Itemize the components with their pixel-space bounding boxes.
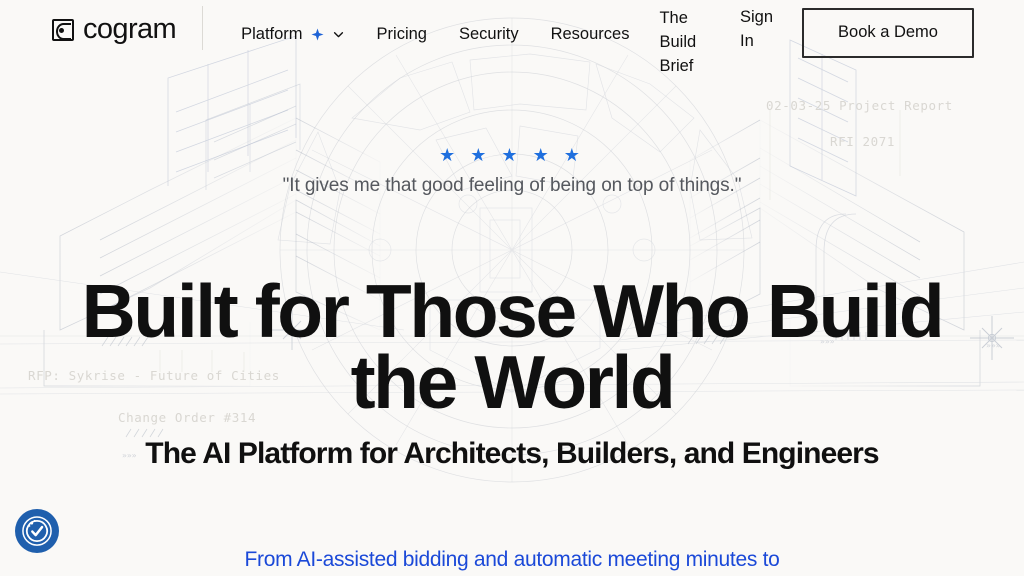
hero-section: ★ ★ ★ ★ ★ "It gives me that good feeling… xyxy=(0,0,1024,576)
hero-body-text: From AI-assisted bidding and automatic m… xyxy=(244,548,780,571)
testimonial-quote: "It gives me that good feeling of being … xyxy=(282,175,742,196)
blueprint-note-rfi: RFI 2071 xyxy=(830,134,896,149)
book-a-demo-button[interactable]: Book a Demo xyxy=(802,8,974,58)
nav-item-security[interactable]: Security xyxy=(443,9,535,47)
chevron-down-icon[interactable] xyxy=(332,28,345,41)
accessibility-icon xyxy=(22,516,52,546)
blueprint-background-art: »»» »»» »»» xyxy=(0,17,1024,483)
svg-text:»»»: »»» xyxy=(122,451,137,460)
cogram-logo-mark-icon xyxy=(52,18,74,41)
nav-item-resources[interactable]: Resources xyxy=(535,9,646,47)
nav-item-security-label: Security xyxy=(458,25,519,43)
rating-stars: ★ ★ ★ ★ ★ xyxy=(439,145,585,165)
nav-item-platform-label: Platform xyxy=(241,25,303,43)
nav-item-pricing[interactable]: Pricing xyxy=(361,9,443,47)
blueprint-note-rfp: RFP: Sykrise - Future of Cities xyxy=(28,368,280,383)
svg-text:»»»: »»» xyxy=(820,337,835,346)
logo-wordmark: cogram xyxy=(83,13,177,45)
blueprint-note-change-order: Change Order #314 xyxy=(118,410,257,425)
blueprint-note-project-report: 02-03-25 Project Report xyxy=(766,98,953,113)
nav-item-resources-label: Resources xyxy=(550,25,630,43)
logo-link[interactable]: cogram xyxy=(52,13,177,45)
page-title: Built for Those Who Build the World xyxy=(81,269,945,425)
nav-item-the-build-brief[interactable]: The Build Brief xyxy=(645,7,697,79)
svg-text:»»»: »»» xyxy=(986,341,1001,350)
header-divider xyxy=(202,6,204,50)
page-subtitle: The AI Platform for Architects, Builders… xyxy=(145,437,879,470)
nav-item-pricing-label: Pricing xyxy=(376,25,427,43)
sparkle-icon xyxy=(311,28,324,41)
primary-navigation: Platform Pricing Security Resources The … xyxy=(225,9,697,79)
site-header: cogram Platform Pricing Security Resourc… xyxy=(0,0,1024,75)
nav-item-platform[interactable]: Platform xyxy=(225,9,360,47)
sign-in-link[interactable]: Sign In xyxy=(730,6,773,54)
accessibility-widget-button[interactable] xyxy=(15,509,59,553)
header-actions: Sign In Book a Demo xyxy=(730,6,974,58)
